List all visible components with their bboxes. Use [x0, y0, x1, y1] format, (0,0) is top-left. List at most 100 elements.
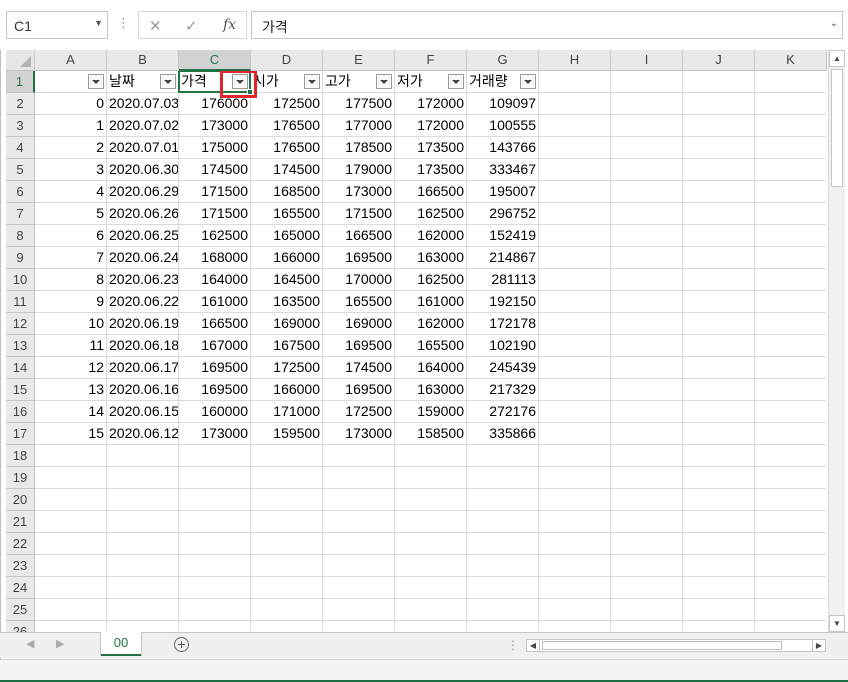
cell-c6[interactable]: 171500	[179, 181, 251, 203]
empty-cell[interactable]	[395, 599, 467, 621]
empty-cell[interactable]	[395, 467, 467, 489]
cell-c4[interactable]: 175000	[179, 137, 251, 159]
cell-b8[interactable]: 2020.06.25	[107, 225, 179, 247]
row-header-6[interactable]: 6	[6, 181, 35, 203]
row-header-23[interactable]: 23	[6, 555, 35, 577]
empty-cell[interactable]	[683, 489, 755, 511]
cell-g16[interactable]: 272176	[467, 401, 539, 423]
cell-d7[interactable]: 165500	[251, 203, 323, 225]
empty-cell[interactable]	[755, 225, 826, 247]
column-header-e[interactable]: E	[323, 50, 395, 71]
empty-cell[interactable]	[539, 445, 611, 467]
empty-cell[interactable]	[611, 423, 683, 445]
empty-cell[interactable]	[395, 511, 467, 533]
filter-dropdown-icon[interactable]	[160, 74, 176, 89]
cell-g8[interactable]: 152419	[467, 225, 539, 247]
cell-g7[interactable]: 296752	[467, 203, 539, 225]
fill-handle[interactable]	[247, 89, 253, 95]
cell-g17[interactable]: 335866	[467, 423, 539, 445]
empty-cell[interactable]	[107, 467, 179, 489]
empty-cell[interactable]	[611, 269, 683, 291]
empty-cell[interactable]	[755, 445, 826, 467]
cell-f5[interactable]: 173500	[395, 159, 467, 181]
cell-e6[interactable]: 173000	[323, 181, 395, 203]
empty-cell[interactable]	[755, 577, 826, 599]
row-header-18[interactable]: 18	[6, 445, 35, 467]
cell-a12[interactable]: 10	[35, 313, 107, 335]
cell-f10[interactable]: 162500	[395, 269, 467, 291]
cell-b13[interactable]: 2020.06.18	[107, 335, 179, 357]
empty-cell[interactable]	[611, 357, 683, 379]
cell-g11[interactable]: 192150	[467, 291, 539, 313]
cell-a10[interactable]: 8	[35, 269, 107, 291]
cell-g4[interactable]: 143766	[467, 137, 539, 159]
cell-d16[interactable]: 171000	[251, 401, 323, 423]
cell-d13[interactable]: 167500	[251, 335, 323, 357]
row-header-11[interactable]: 11	[6, 291, 35, 313]
cell-c13[interactable]: 167000	[179, 335, 251, 357]
empty-cell[interactable]	[683, 291, 755, 313]
table-header-cell[interactable]: 고가	[323, 71, 395, 93]
empty-cell[interactable]	[35, 489, 107, 511]
cell-a3[interactable]: 1	[35, 115, 107, 137]
cell-d2[interactable]: 172500	[251, 93, 323, 115]
empty-cell[interactable]	[611, 247, 683, 269]
empty-cell[interactable]	[323, 599, 395, 621]
empty-cell[interactable]	[35, 467, 107, 489]
enter-icon[interactable]: ✓	[185, 17, 198, 35]
empty-cell[interactable]	[539, 533, 611, 555]
sheet-nav-next-icon[interactable]: ▶	[56, 637, 64, 650]
cell-c2[interactable]: 176000	[179, 93, 251, 115]
cell-f3[interactable]: 172000	[395, 115, 467, 137]
empty-cell[interactable]	[755, 599, 826, 621]
empty-cell[interactable]	[35, 511, 107, 533]
row-header-25[interactable]: 25	[6, 599, 35, 621]
empty-cell[interactable]	[755, 335, 826, 357]
empty-cell[interactable]	[611, 577, 683, 599]
cell-f8[interactable]: 162000	[395, 225, 467, 247]
empty-cell[interactable]	[323, 621, 395, 630]
empty-cell[interactable]	[755, 313, 826, 335]
empty-cell[interactable]	[539, 401, 611, 423]
empty-cell[interactable]	[107, 533, 179, 555]
empty-cell[interactable]	[539, 181, 611, 203]
empty-cell[interactable]	[611, 467, 683, 489]
empty-cell[interactable]	[251, 533, 323, 555]
cell-b10[interactable]: 2020.06.23	[107, 269, 179, 291]
empty-cell[interactable]	[683, 181, 755, 203]
column-header-c[interactable]: C	[179, 50, 251, 71]
empty-cell[interactable]	[35, 533, 107, 555]
empty-cell[interactable]	[683, 533, 755, 555]
empty-cell[interactable]	[755, 203, 826, 225]
empty-cell[interactable]	[755, 511, 826, 533]
cell-c17[interactable]: 173000	[179, 423, 251, 445]
empty-cell[interactable]	[179, 533, 251, 555]
empty-cell[interactable]	[539, 93, 611, 115]
plus-circle-icon[interactable]: +	[174, 637, 189, 652]
empty-cell[interactable]	[683, 93, 755, 115]
cell-a5[interactable]: 3	[35, 159, 107, 181]
empty-cell[interactable]	[467, 489, 539, 511]
cell-d4[interactable]: 176500	[251, 137, 323, 159]
cell-e10[interactable]: 170000	[323, 269, 395, 291]
empty-cell[interactable]	[539, 313, 611, 335]
empty-cell[interactable]	[683, 137, 755, 159]
table-header-cell[interactable]	[35, 71, 107, 93]
cell-a17[interactable]: 15	[35, 423, 107, 445]
empty-cell[interactable]	[683, 467, 755, 489]
empty-cell[interactable]	[539, 291, 611, 313]
empty-cell[interactable]	[35, 555, 107, 577]
empty-cell[interactable]	[251, 467, 323, 489]
cell-f11[interactable]: 161000	[395, 291, 467, 313]
row-header-19[interactable]: 19	[6, 467, 35, 489]
row-header-20[interactable]: 20	[6, 489, 35, 511]
table-header-cell[interactable]: 저가	[395, 71, 467, 93]
empty-cell[interactable]	[107, 489, 179, 511]
cell-e5[interactable]: 179000	[323, 159, 395, 181]
empty-cell[interactable]	[611, 225, 683, 247]
cell-b17[interactable]: 2020.06.12	[107, 423, 179, 445]
empty-cell[interactable]	[395, 489, 467, 511]
cell-c7[interactable]: 171500	[179, 203, 251, 225]
cell-g3[interactable]: 100555	[467, 115, 539, 137]
filter-dropdown-icon[interactable]	[520, 74, 536, 89]
